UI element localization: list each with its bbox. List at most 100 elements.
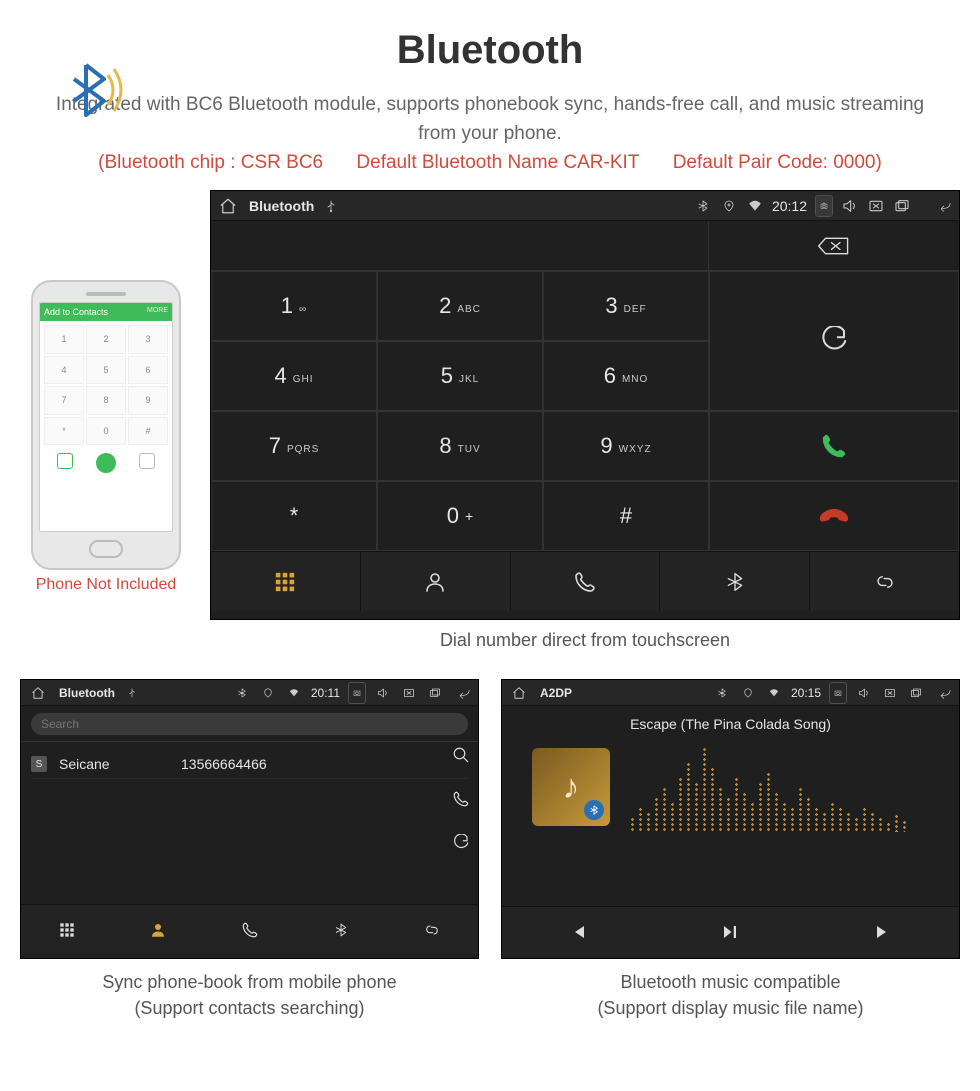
key-star[interactable]: * — [211, 481, 377, 551]
home-icon[interactable] — [510, 684, 528, 702]
status-title: Bluetooth — [59, 686, 115, 700]
phone-caption: Phone Not Included — [20, 576, 192, 594]
key-2[interactable]: 2ABC — [377, 271, 543, 341]
key-4[interactable]: 4GHI — [211, 341, 377, 411]
a2dp-screen: A2DP 20:15 Escape (The Pina Colada Song)… — [501, 679, 960, 959]
status-bar: A2DP 20:15 — [502, 680, 959, 706]
home-icon[interactable] — [219, 197, 237, 215]
search-icon[interactable] — [452, 746, 470, 764]
sync-icon[interactable] — [452, 834, 470, 852]
recent-apps-icon[interactable] — [426, 684, 444, 702]
bluetooth-badge-icon — [584, 800, 604, 820]
play-pause-button[interactable] — [654, 907, 806, 956]
close-app-icon[interactable] — [867, 197, 885, 215]
volume-icon[interactable] — [855, 684, 873, 702]
volume-icon[interactable] — [374, 684, 392, 702]
clock: 20:12 — [772, 198, 807, 214]
key-3[interactable]: 3DEF — [543, 271, 709, 341]
back-icon[interactable] — [933, 684, 951, 702]
track-title: Escape (The Pina Colada Song) — [630, 716, 831, 732]
location-icon — [739, 684, 757, 702]
wifi-icon — [285, 684, 303, 702]
dialer-screen: Bluetooth 20:12 — [210, 190, 960, 620]
phone-illustration-column: Add to Contacts MORE 123 456 789 *0# Pho… — [20, 190, 192, 594]
key-5[interactable]: 5JKL — [377, 341, 543, 411]
back-icon[interactable] — [933, 197, 951, 215]
a2dp-caption: Bluetooth music compatible (Support disp… — [501, 969, 960, 1021]
equalizer-visualizer — [630, 742, 929, 832]
wifi-icon — [765, 684, 783, 702]
tab-bluetooth[interactable] — [295, 905, 386, 954]
key-7[interactable]: 7PQRS — [211, 411, 377, 481]
status-title: Bluetooth — [249, 198, 314, 214]
call-button[interactable] — [709, 411, 959, 481]
call-contact-icon[interactable] — [452, 790, 470, 808]
phonebook-tabs — [21, 904, 478, 954]
clock: 20:15 — [791, 686, 821, 700]
tab-contacts[interactable] — [361, 552, 511, 611]
contact-name: Seicane — [59, 756, 169, 772]
contact-row[interactable]: S Seicane 13566664466 — [31, 750, 468, 779]
album-art: ♪ — [532, 748, 610, 826]
status-bar: Bluetooth 20:12 — [211, 191, 959, 221]
key-9[interactable]: 9WXYZ — [543, 411, 709, 481]
screenshot-icon[interactable] — [829, 682, 847, 704]
key-6[interactable]: 6MNO — [543, 341, 709, 411]
phonebook-screen: Bluetooth 20:11 S Seicane — [20, 679, 479, 959]
contact-initial-badge: S — [31, 756, 47, 772]
key-1[interactable]: 1∞ — [211, 271, 377, 341]
bluetooth-status-icon — [233, 684, 251, 702]
screenshot-icon[interactable] — [348, 682, 366, 704]
number-display — [211, 221, 709, 270]
screenshot-icon[interactable] — [815, 195, 833, 217]
dial-keypad: 1∞ 2ABC 3DEF 4GHI 5JKL 6MNO 7PQRS 8TUV 9… — [211, 271, 959, 551]
tab-call-log[interactable] — [204, 905, 295, 954]
home-icon[interactable] — [29, 684, 47, 702]
location-icon — [720, 197, 738, 215]
status-bar: Bluetooth 20:11 — [21, 680, 478, 706]
search-input[interactable] — [31, 713, 468, 735]
tab-bluetooth[interactable] — [660, 552, 810, 611]
spec-line: (Bluetooth chip : CSR BC6 Default Blueto… — [0, 152, 980, 174]
bluetooth-status-icon — [713, 684, 731, 702]
bluetooth-status-icon — [694, 197, 712, 215]
phone-mockup: Add to Contacts MORE 123 456 789 *0# — [31, 280, 181, 570]
page-title: Bluetooth — [0, 0, 980, 73]
tab-pair[interactable] — [387, 905, 478, 954]
phonebook-caption: Sync phone-book from mobile phone (Suppo… — [20, 969, 479, 1021]
usb-icon — [123, 684, 141, 702]
status-title: A2DP — [540, 686, 572, 700]
close-app-icon[interactable] — [400, 684, 418, 702]
tab-contacts[interactable] — [112, 905, 203, 954]
music-note-icon: ♪ — [563, 768, 580, 807]
prev-track-button[interactable] — [502, 907, 654, 956]
page-subtitle: Integrated with BC6 Bluetooth module, su… — [50, 91, 930, 148]
recent-apps-icon[interactable] — [893, 197, 911, 215]
tab-keypad[interactable] — [211, 552, 361, 611]
spec-chip: (Bluetooth chip : CSR BC6 — [98, 152, 323, 173]
key-0[interactable]: 0+ — [377, 481, 543, 551]
key-8[interactable]: 8TUV — [377, 411, 543, 481]
recent-apps-icon[interactable] — [907, 684, 925, 702]
back-icon[interactable] — [452, 684, 470, 702]
tab-call-log[interactable] — [511, 552, 661, 611]
hangup-button[interactable] — [709, 481, 959, 551]
clock: 20:11 — [311, 686, 340, 700]
contact-number: 13566664466 — [181, 756, 267, 772]
volume-icon[interactable] — [841, 197, 859, 215]
redial-button[interactable] — [709, 271, 959, 411]
key-hash[interactable]: # — [543, 481, 709, 551]
tab-keypad[interactable] — [21, 905, 112, 954]
bluetooth-signal-icon — [60, 55, 130, 125]
player-controls — [502, 906, 959, 956]
next-track-button[interactable] — [807, 907, 959, 956]
wifi-icon — [746, 197, 764, 215]
backspace-button[interactable] — [709, 221, 959, 270]
close-app-icon[interactable] — [881, 684, 899, 702]
tab-pair[interactable] — [810, 552, 959, 611]
spec-pin: Default Pair Code: 0000) — [673, 152, 882, 173]
contacts-list[interactable]: S Seicane 13566664466 — [21, 742, 478, 904]
spec-name: Default Bluetooth Name CAR-KIT — [356, 152, 639, 173]
usb-icon — [322, 197, 340, 215]
dialer-caption: Dial number direct from touchscreen — [210, 630, 960, 651]
